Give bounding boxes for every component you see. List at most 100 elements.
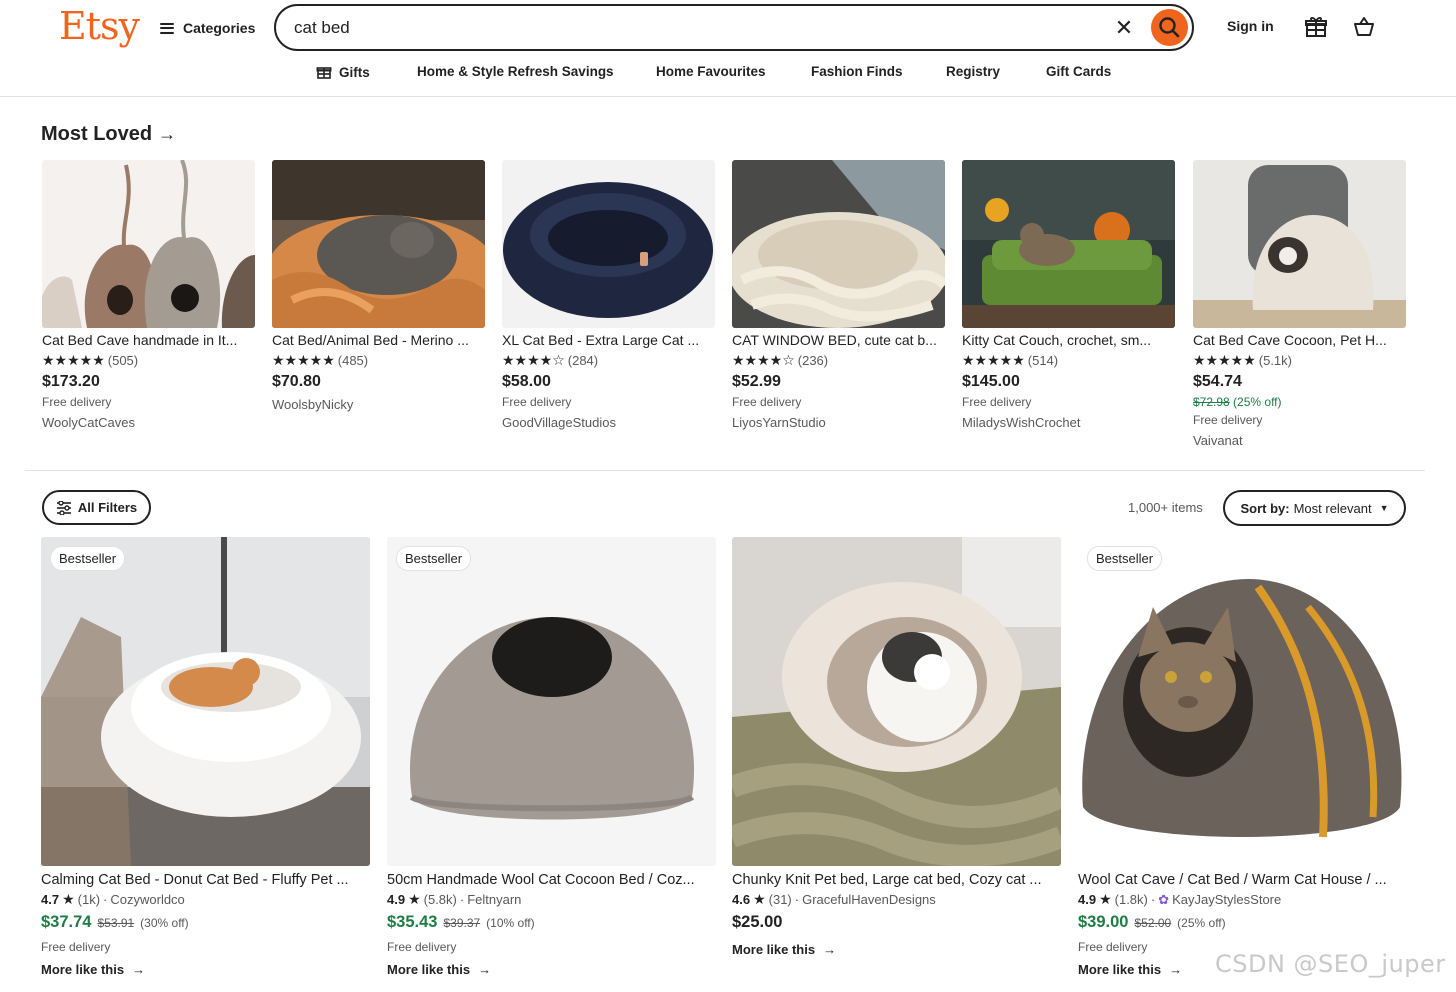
result-count: 1,000+ items [1128, 500, 1203, 515]
shop-name[interactable]: MiladysWishCrochet [962, 411, 1175, 433]
shop-name[interactable]: Feltnyarn [467, 892, 521, 907]
listing-card[interactable]: Bestseller 50cm Handmade Wool Cat Cocoon… [387, 537, 716, 984]
product-title[interactable]: XL Cat Bed - Extra Large Cat ... [502, 331, 715, 350]
product-image[interactable]: Bestseller [387, 537, 716, 866]
nav-item-gift-cards[interactable]: Gift Cards [1046, 64, 1111, 79]
etsy-logo[interactable]: Etsy [59, 4, 140, 48]
shop-name[interactable]: Vaivanat [1193, 429, 1406, 451]
delivery-note: Free delivery [502, 395, 572, 409]
rating: 4.9 ★ (5.8k) · Feltnyarn [387, 891, 522, 907]
price-discount-line: $72.98 (25% off) [1193, 393, 1406, 411]
most-loved-card[interactable]: Cat Bed/Animal Bed - Merino ... ★★★★★ (4… [272, 160, 485, 415]
nav-item-home-favourites[interactable]: Home Favourites [656, 64, 766, 79]
review-count: (284) [567, 352, 599, 368]
sort-dropdown[interactable]: Sort by: Most relevant ▼ [1223, 490, 1406, 526]
arrow-right-icon: → [132, 962, 146, 977]
star-rating-icon: ★★★★★ [42, 351, 105, 368]
most-loved-heading[interactable]: Most Loved → [41, 123, 176, 146]
more-like-this-link[interactable]: More like this → [41, 956, 370, 984]
shop-name[interactable]: Cozyworldco [110, 892, 184, 907]
product-image[interactable] [1193, 160, 1406, 328]
discount-percent: (25% off) [1233, 395, 1282, 409]
search-bar: ✕ [274, 4, 1194, 51]
product-title[interactable]: CAT WINDOW BED, cute cat b... [732, 331, 945, 350]
arrow-right-icon: → [1169, 962, 1183, 977]
most-loved-card[interactable]: CAT WINDOW BED, cute cat b... ★★★★☆ (236… [732, 160, 945, 433]
product-image[interactable] [42, 160, 255, 328]
shop-name[interactable]: WoolsbyNicky [272, 393, 485, 415]
rating-value: 4.6 [732, 892, 751, 907]
star-icon: ★ [1099, 891, 1112, 907]
search-button[interactable] [1151, 9, 1188, 46]
product-title[interactable]: Kitty Cat Couch, crochet, sm... [962, 331, 1175, 350]
delivery-note: Free delivery [1193, 413, 1263, 427]
shop-name[interactable]: LiyosYarnStudio [732, 411, 945, 433]
star-icon: ★ [753, 891, 766, 907]
most-loved-card[interactable]: XL Cat Bed - Extra Large Cat ... ★★★★☆ (… [502, 160, 715, 433]
shop-name[interactable]: GoodVillageStudios [502, 411, 715, 433]
product-title[interactable]: Calming Cat Bed - Donut Cat Bed - Fluffy… [41, 870, 370, 890]
star-icon: ★ [62, 891, 75, 907]
review-count: (485) [337, 352, 369, 368]
price: $25.00 [732, 913, 783, 931]
most-loved-card[interactable]: Cat Bed Cave handmade in It... ★★★★★ (50… [42, 160, 255, 433]
nav-item-registry[interactable]: Registry [946, 64, 1000, 79]
price-row: $25.00 [732, 909, 1061, 936]
all-filters-label: All Filters [77, 500, 138, 515]
gift-icon[interactable] [1304, 15, 1328, 39]
shopping-bag-icon[interactable] [1352, 15, 1376, 39]
product-image[interactable]: Bestseller [1078, 537, 1407, 866]
shop-name[interactable]: WoolyCatCaves [42, 411, 255, 433]
product-title[interactable]: Wool Cat Cave / Cat Bed / Warm Cat House… [1078, 870, 1407, 890]
rating-value: 4.9 [1078, 892, 1097, 907]
nav-item-fashion-finds[interactable]: Fashion Finds [811, 64, 903, 79]
discount-percent: (30% off) [140, 916, 189, 930]
most-loved-card[interactable]: Kitty Cat Couch, crochet, sm... ★★★★★ (5… [962, 160, 1175, 433]
product-image[interactable] [732, 537, 1061, 866]
arrow-right-icon: → [478, 962, 492, 977]
product-title[interactable]: Cat Bed Cave Cocoon, Pet H... [1193, 331, 1406, 350]
more-like-this-label: More like this [387, 962, 471, 977]
all-filters-button[interactable]: All Filters [42, 490, 151, 525]
product-image[interactable] [272, 160, 485, 328]
arrow-right-icon: → [158, 124, 177, 144]
nav-item-gifts[interactable]: Gifts [316, 64, 370, 80]
product-title[interactable]: Cat Bed/Animal Bed - Merino ... [272, 331, 485, 350]
nav-item-home-style[interactable]: Home & Style Refresh Savings [417, 64, 614, 79]
product-image[interactable] [502, 160, 715, 328]
product-image[interactable]: Bestseller [41, 537, 370, 866]
review-count: (1.8k) [1114, 892, 1148, 907]
section-divider [25, 470, 1425, 471]
product-title[interactable]: Cat Bed Cave handmade in It... [42, 331, 255, 350]
categories-button[interactable]: Categories [160, 14, 255, 42]
shop-name[interactable]: KayJayStylesStore [1172, 892, 1281, 907]
more-like-this-label: More like this [1078, 962, 1162, 977]
listing-card[interactable]: Bestseller Wool Cat Cave / Cat Bed / War… [1078, 537, 1407, 984]
listing-card[interactable]: Bestseller Calming Cat Bed - Donut Cat B… [41, 537, 370, 984]
delivery-note: Free delivery [42, 395, 112, 409]
more-like-this-label: More like this [41, 962, 125, 977]
rating: 4.9 ★ (1.8k) · ✿ KayJayStylesStore [1078, 891, 1282, 907]
listing-card[interactable]: Chunky Knit Pet bed, Large cat bed, Cozy… [732, 537, 1061, 964]
price: $70.80 [272, 373, 321, 390]
product-title[interactable]: 50cm Handmade Wool Cat Cocoon Bed / Coz.… [387, 870, 716, 890]
review-count: (5.8k) [423, 892, 457, 907]
sign-in-link[interactable]: Sign in [1227, 18, 1274, 34]
review-count: (31) [768, 892, 792, 907]
star-rating-icon: ★★★★★ [1193, 351, 1256, 368]
product-image[interactable] [962, 160, 1175, 328]
review-count: (5.1k) [1258, 352, 1292, 368]
sale-price: $35.43 [387, 913, 438, 931]
most-loved-card[interactable]: Cat Bed Cave Cocoon, Pet H... ★★★★★ (5.1… [1193, 160, 1406, 451]
site-header: Etsy Categories ✕ Sign in [0, 0, 1456, 97]
more-like-this-link[interactable]: More like this → [387, 956, 716, 984]
shop-name[interactable]: GracefulHavenDesigns [802, 892, 936, 907]
close-icon[interactable]: ✕ [1112, 16, 1136, 40]
product-title[interactable]: Chunky Knit Pet bed, Large cat bed, Cozy… [732, 870, 1061, 890]
rating: ★★★★☆ (284) [502, 350, 715, 370]
product-image[interactable] [732, 160, 945, 328]
delivery-note: Free delivery [732, 395, 802, 409]
original-price: $39.37 [443, 916, 481, 930]
more-like-this-link[interactable]: More like this → [732, 936, 1061, 964]
search-input[interactable] [294, 16, 1094, 40]
